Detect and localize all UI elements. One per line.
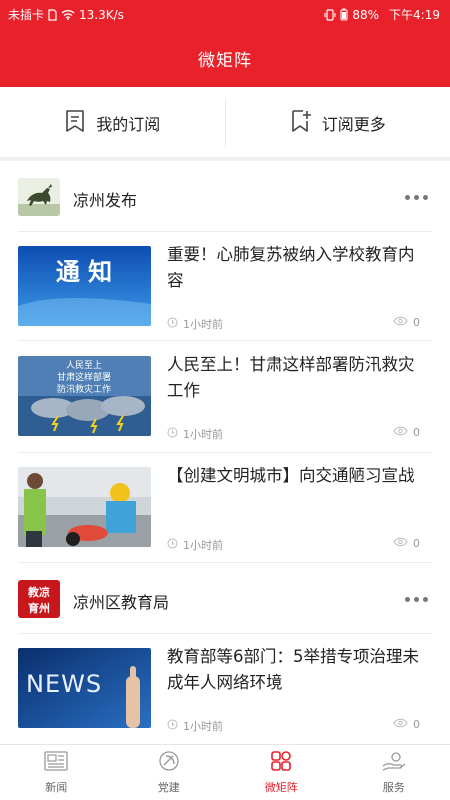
party-emblem-icon <box>157 750 181 775</box>
battery-level: 88% <box>352 7 380 22</box>
view-count: 0 <box>413 718 420 731</box>
channel-logo: 教凉 育州 <box>18 580 60 618</box>
section-separator <box>0 157 450 161</box>
more-options-icon[interactable] <box>405 195 428 200</box>
news-thumbnail: NEWS <box>18 648 151 728</box>
nav-label: 服务 <box>382 781 405 794</box>
news-thumbnail <box>18 467 151 547</box>
nav-item-party[interactable]: 党建 <box>113 745 226 800</box>
logo-text: 教凉 <box>27 585 50 599</box>
nav-label: 微矩阵 <box>264 781 298 794</box>
thumbnail-caption: NEWS <box>26 670 102 698</box>
publish-time: 1小时前 <box>183 539 223 552</box>
newspaper-icon <box>43 750 69 775</box>
nav-item-news[interactable]: 新闻 <box>0 745 113 800</box>
news-thumbnail: 人民至上 甘肃这样部署 防汛救灾工作 <box>18 356 151 436</box>
wifi-icon <box>61 9 75 20</box>
nav-label: 党建 <box>157 781 180 794</box>
network-speed: 13.3K/s <box>79 7 124 22</box>
news-thumbnail: 通 知 <box>18 246 151 326</box>
grid-icon <box>270 750 292 775</box>
news-title: 重要！心肺复苏被纳入学校教育内容 <box>167 245 415 290</box>
channel-header[interactable]: 教凉 育州 凉州区教育局 <box>0 564 450 634</box>
eye-icon <box>393 718 408 731</box>
subscribe-more-label: 订阅更多 <box>321 115 386 134</box>
news-title: 【创建文明城市】向交通陋习宣战 <box>167 466 415 485</box>
status-bar: 未插卡 13.3K/s 88% 下午4:19 <box>0 0 450 28</box>
clock-time: 下午4:19 <box>389 8 440 22</box>
channel-name: 凉州区教育局 <box>73 593 170 612</box>
nav-item-service[interactable]: 服务 <box>338 745 450 800</box>
vibrate-icon <box>324 8 336 21</box>
news-item[interactable]: 人民至上 甘肃这样部署 防汛救灾工作 人民至上！甘肃这样部署防汛救灾工作 1小时… <box>18 342 432 450</box>
news-title: 教育部等6部门：5举措专项治理未成年人网络环境 <box>167 647 419 692</box>
view-count: 0 <box>413 426 420 439</box>
thumbnail-caption: 人民至上 <box>66 360 102 371</box>
bookmark-add-icon <box>290 109 312 137</box>
service-hand-icon <box>381 750 407 775</box>
news-item[interactable]: 通 知 重要！心肺复苏被纳入学校教育内容 1小时前 0 <box>18 232 432 340</box>
nav-item-micro-matrix[interactable]: 微矩阵 <box>225 745 338 800</box>
thumbnail-caption: 通 知 <box>56 258 112 286</box>
news-item[interactable]: NEWS 教育部等6部门：5举措专项治理未成年人网络环境 1小时前 0 <box>18 634 432 742</box>
bottom-navigation: 新闻 党建 微矩阵 服务 <box>0 744 450 800</box>
my-subscriptions-label: 我的订阅 <box>96 115 161 134</box>
divider <box>18 562 432 563</box>
my-subscriptions-button[interactable]: 我的订阅 <box>0 87 225 159</box>
nav-label: 新闻 <box>45 781 68 794</box>
clock-icon <box>167 538 178 552</box>
eye-icon <box>393 316 408 329</box>
eye-icon <box>393 537 408 550</box>
publish-time: 1小时前 <box>183 318 223 331</box>
sim-icon <box>48 8 57 21</box>
clock-icon <box>167 317 178 331</box>
view-count: 0 <box>413 537 420 550</box>
channel-name: 凉州发布 <box>73 191 138 210</box>
channel-logo <box>18 178 60 216</box>
clock-icon <box>167 427 178 441</box>
clock-icon <box>167 719 178 733</box>
publish-time: 1小时前 <box>183 720 223 733</box>
news-item[interactable]: 【创建文明城市】向交通陋习宣战 1小时前 0 <box>18 453 432 561</box>
bookmark-icon <box>64 109 86 137</box>
more-options-icon[interactable] <box>405 597 428 602</box>
divider <box>18 340 432 341</box>
logo-text: 育州 <box>28 601 50 615</box>
subscribe-bar: 我的订阅 订阅更多 <box>0 87 450 159</box>
page-title: 微矩阵 <box>198 51 252 71</box>
publish-time: 1小时前 <box>183 428 223 441</box>
view-count: 0 <box>413 316 420 329</box>
channel-header[interactable]: 凉州发布 <box>0 162 450 232</box>
news-title: 人民至上！甘肃这样部署防汛救灾工作 <box>167 355 415 400</box>
carrier-text: 未插卡 <box>8 8 45 22</box>
eye-icon <box>393 426 408 439</box>
battery-icon <box>340 8 348 21</box>
subscribe-more-button[interactable]: 订阅更多 <box>226 87 450 159</box>
thumbnail-caption: 防汛救灾工作 <box>57 383 111 395</box>
thumbnail-caption: 甘肃这样部署 <box>57 371 111 383</box>
top-header: 未插卡 13.3K/s 88% 下午4:19 微矩阵 <box>0 0 450 87</box>
